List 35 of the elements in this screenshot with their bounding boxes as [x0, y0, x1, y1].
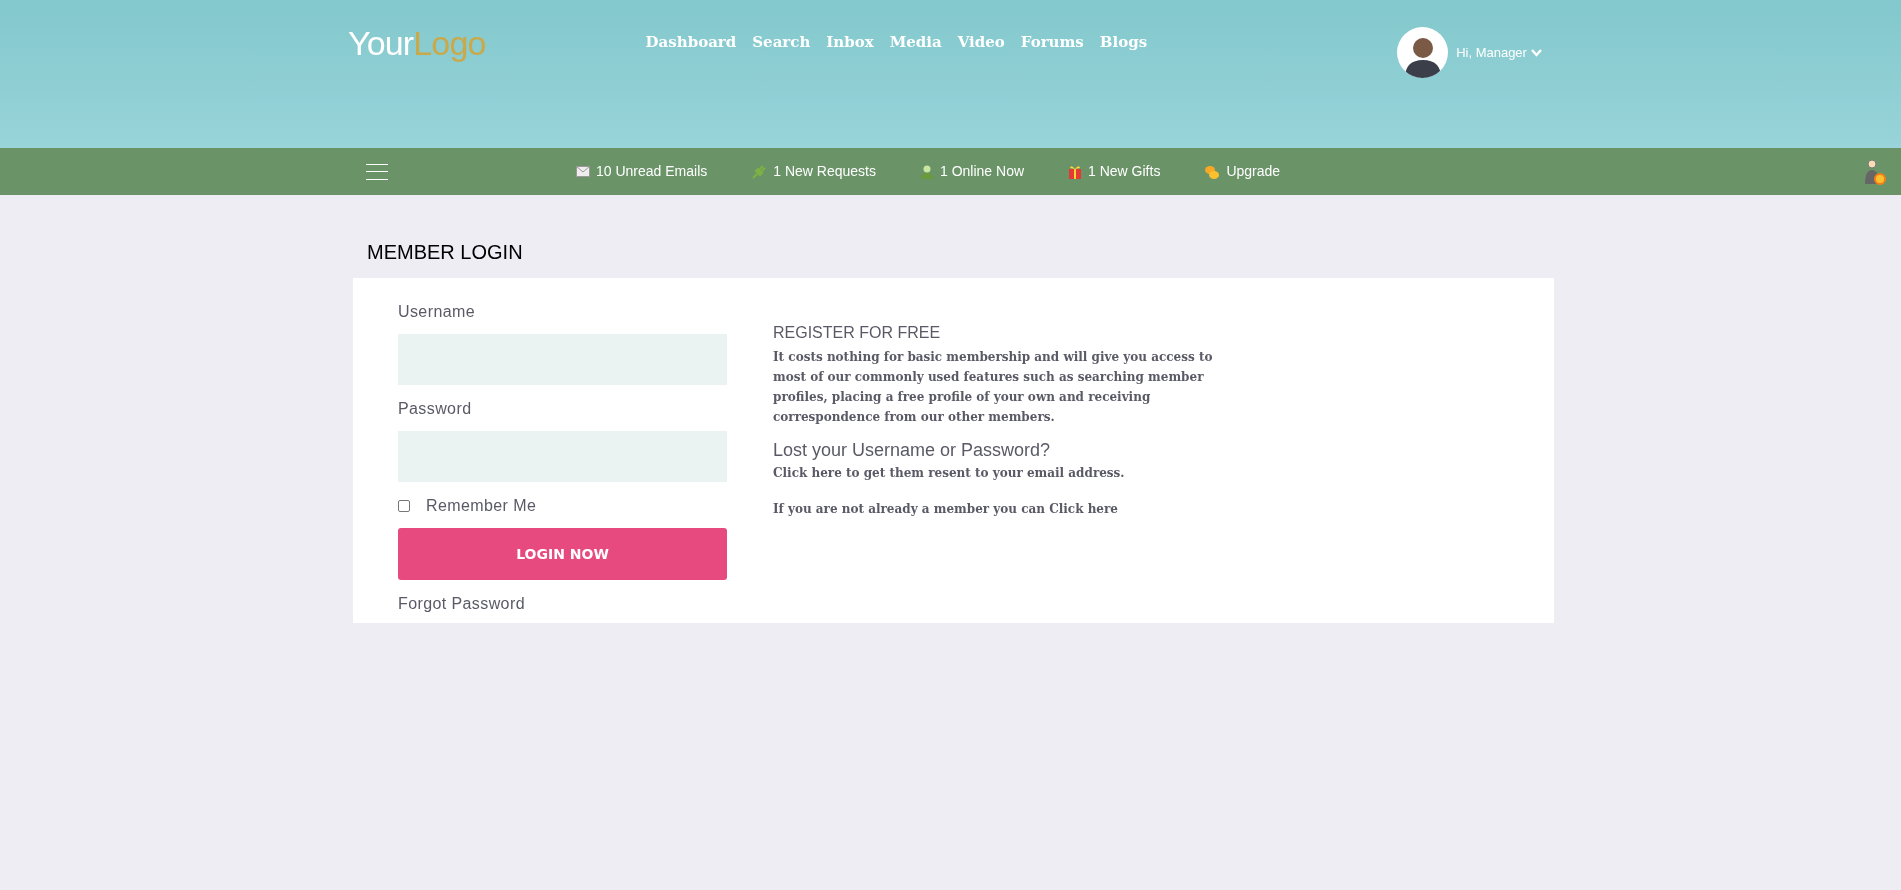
password-label: Password [398, 399, 473, 419]
user-settings-icon[interactable] [1863, 157, 1887, 186]
toolbar-link[interactable]: 1 Online Now [920, 161, 1025, 182]
gift-icon [1068, 163, 1083, 180]
username-label: Username [398, 302, 476, 322]
envelope-icon [576, 166, 590, 177]
chevron-down-icon [1530, 48, 1542, 57]
nav-link[interactable]: Media [889, 31, 942, 54]
toolbar-link[interactable]: Upgrade [1204, 161, 1281, 182]
nav-link[interactable]: Dashboard [645, 31, 737, 54]
nav-link[interactable]: Inbox [826, 31, 874, 54]
page-title: MEMBER LOGIN [366, 240, 524, 265]
menu-icon[interactable] [366, 163, 388, 180]
user-menu-button[interactable]: Hi, Manager [1456, 42, 1542, 63]
lost-password-heading: Lost your Username or Password? [773, 439, 1052, 462]
remember-checkbox[interactable] [398, 500, 410, 512]
coins-icon [1204, 163, 1221, 180]
forgot-password-link[interactable]: Forgot Password [398, 592, 727, 616]
nav-link[interactable]: Search [752, 31, 811, 54]
join-link[interactable]: If you are not already a member you can Click here [773, 500, 1228, 518]
nav-link[interactable]: Video [957, 31, 1005, 54]
nav-link[interactable]: Forums [1020, 31, 1084, 54]
register-text: It costs nothing for basic membership and will give you access to most of our commonly used features such as searching member profiles, placing a free profile of your own and receiving correspondence from our other members. [773, 349, 1214, 426]
resend-link[interactable]: Click here to get them resent to your email address. [773, 464, 1228, 482]
plug-icon [751, 163, 768, 180]
remember-label: Remember Me [426, 496, 537, 516]
login-button[interactable]: LOGIN NOW [398, 528, 727, 580]
register-heading: REGISTER FOR FREE [773, 323, 942, 343]
toolbar-link[interactable]: 1 New Gifts [1068, 161, 1161, 182]
logo[interactable]: YourLogo [348, 26, 486, 60]
nav-link[interactable]: Blogs [1099, 31, 1148, 54]
person-icon [920, 163, 934, 180]
toolbar-link[interactable]: 1 New Requests [751, 161, 876, 182]
avatar[interactable] [1397, 27, 1449, 78]
toolbar-link[interactable]: 10 Unread Emails [576, 161, 708, 182]
